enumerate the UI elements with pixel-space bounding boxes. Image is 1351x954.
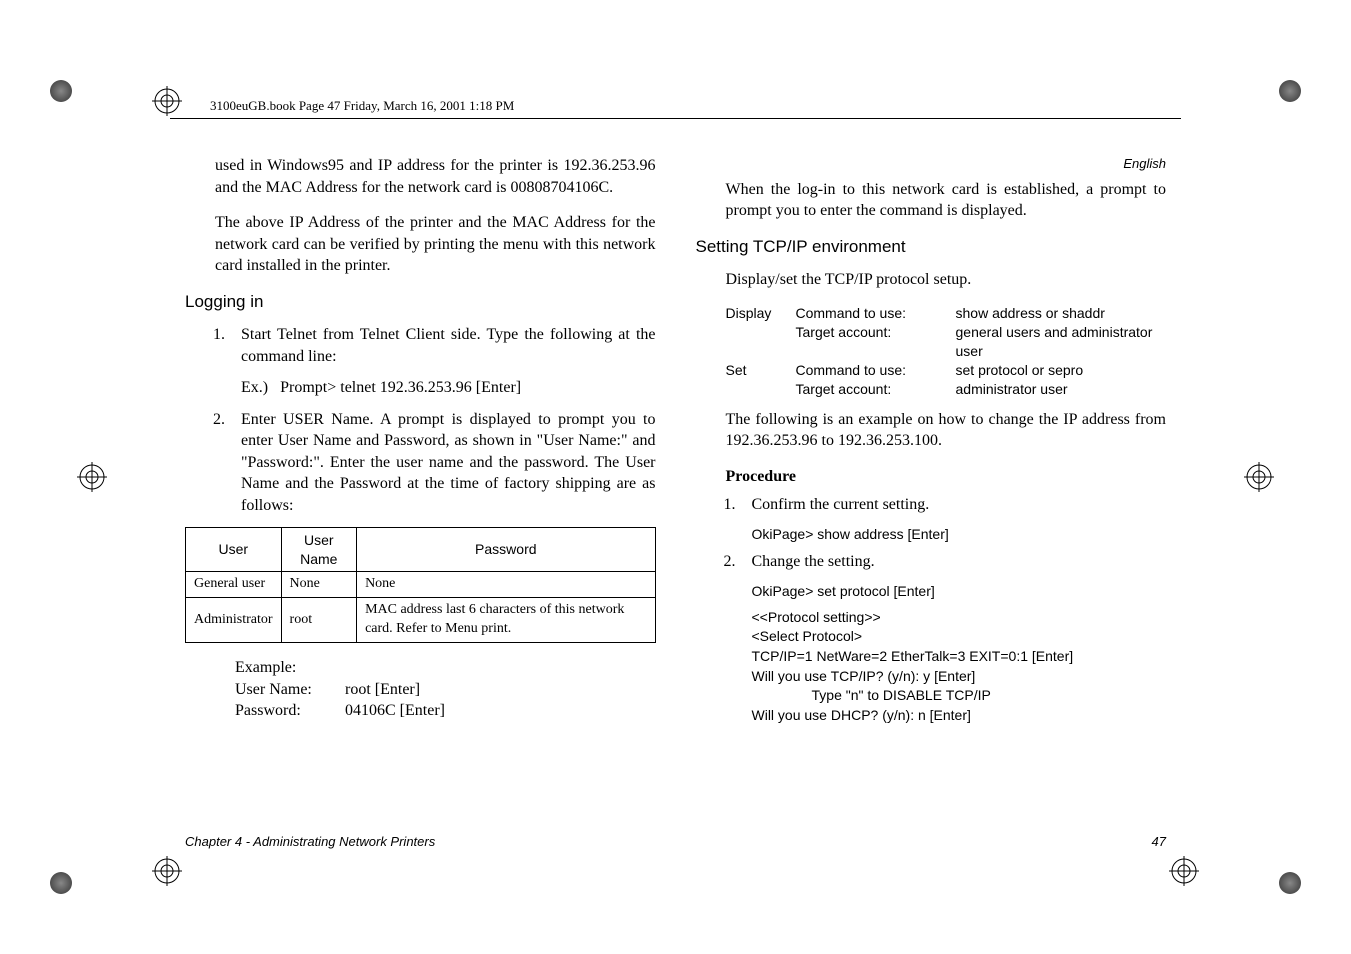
footer-page-number: 47 xyxy=(1152,834,1166,849)
proc-1-cmd: OkiPage> show address [Enter] xyxy=(752,525,1167,545)
td-general-user: General user xyxy=(186,572,282,598)
proto-l1: <<Protocol setting>> xyxy=(752,608,1167,628)
proto-l5: Type "n" to DISABLE TCP/IP xyxy=(752,686,1167,706)
step-1-text: Start Telnet from Telnet Client side. Ty… xyxy=(241,324,656,367)
proc-step-2: 2. Change the setting. xyxy=(724,551,1167,573)
top-rule xyxy=(170,118,1181,119)
proto-l2: <Select Protocol> xyxy=(752,627,1167,647)
cmd-set-cmdval: set protocol or sepro xyxy=(956,361,1167,380)
example-block: Example: User Name: root [Enter] Passwor… xyxy=(235,657,656,722)
corner-dot-br xyxy=(1279,872,1301,894)
registration-mark-top xyxy=(152,86,182,116)
registration-mark-left xyxy=(77,462,107,492)
proc-1-text: Confirm the current setting. xyxy=(752,494,1167,516)
step-2: 2. Enter USER Name. A prompt is displaye… xyxy=(213,409,656,517)
proc-step-1: 1. Confirm the current setting. xyxy=(724,494,1167,516)
cmd-set-targetval: administrator user xyxy=(956,380,1167,399)
td-admin-password: MAC address last 6 characters of this ne… xyxy=(357,598,655,643)
step-1: 1. Start Telnet from Telnet Client side.… xyxy=(213,324,656,367)
th-password: Password xyxy=(357,527,655,572)
cmd-set-label: Set xyxy=(726,361,796,380)
right-para1: When the log-in to this network card is … xyxy=(726,179,1167,222)
step-2-num: 2. xyxy=(213,409,241,517)
users-table: User User Name Password General user Non… xyxy=(185,527,656,643)
example-user-val: root [Enter] xyxy=(345,679,420,701)
proc-2-cmd: OkiPage> set protocol [Enter] xyxy=(752,582,1167,602)
cmd-display-label: Display xyxy=(726,304,796,323)
cmd-display-cmdval: show address or shaddr xyxy=(956,304,1167,323)
td-admin-user: Administrator xyxy=(186,598,282,643)
procedure-heading: Procedure xyxy=(726,466,1167,488)
registration-mark-bottom-right xyxy=(1169,856,1199,886)
ex-cmd: Prompt> telnet 192.36.253.96 [Enter] xyxy=(280,379,521,396)
proc-2-text: Change the setting. xyxy=(752,551,1167,573)
example-user-label: User Name: xyxy=(235,679,345,701)
page-footer: Chapter 4 - Administrating Network Print… xyxy=(185,834,1166,849)
command-table: Display Command to use: show address or … xyxy=(726,304,1167,398)
language-label: English xyxy=(696,155,1167,173)
td-admin-username: root xyxy=(281,598,357,643)
proto-l3: TCP/IP=1 NetWare=2 EtherTalk=3 EXIT=0:1 … xyxy=(752,647,1167,667)
corner-dot-bl xyxy=(50,872,72,894)
heading-tcpip: Setting TCP/IP environment xyxy=(696,236,1167,259)
registration-mark-right xyxy=(1244,462,1274,492)
cmd-display-cmdlabel: Command to use: xyxy=(796,304,956,323)
right-para3: The following is an example on how to ch… xyxy=(726,409,1167,452)
step-1-example: Ex.) Prompt> telnet 192.36.253.96 [Enter… xyxy=(241,377,656,399)
step-2-text: Enter USER Name. A prompt is displayed t… xyxy=(241,409,656,517)
example-pass-label: Password: xyxy=(235,700,345,722)
example-pass-val: 04106C [Enter] xyxy=(345,700,445,722)
proto-l6: Will you use DHCP? (y/n): n [Enter] xyxy=(752,706,1167,726)
left-para1: used in Windows95 and IP address for the… xyxy=(215,155,656,198)
th-username: User Name xyxy=(281,527,357,572)
heading-logging-in: Logging in xyxy=(185,291,656,314)
footer-chapter: Chapter 4 - Administrating Network Print… xyxy=(185,834,435,849)
right-column: English When the log-in to this network … xyxy=(696,155,1167,844)
corner-dot-tl xyxy=(50,80,72,102)
cmd-display-targetval: general users and administrator user xyxy=(956,323,1167,361)
left-para2: The above IP Address of the printer and … xyxy=(215,212,656,277)
protocol-block: <<Protocol setting>> <Select Protocol> T… xyxy=(752,608,1167,726)
td-general-username: None xyxy=(281,572,357,598)
cmd-set-targetlabel: Target account: xyxy=(796,380,956,399)
th-user: User xyxy=(186,527,282,572)
step-1-num: 1. xyxy=(213,324,241,367)
corner-dot-tr xyxy=(1279,80,1301,102)
cmd-display-targetlabel: Target account: xyxy=(796,323,956,361)
right-para2: Display/set the TCP/IP protocol setup. xyxy=(726,269,1167,291)
proc-2-num: 2. xyxy=(724,551,752,573)
ex-label: Ex.) xyxy=(241,379,268,396)
td-general-password: None xyxy=(357,572,655,598)
registration-mark-bottom-left xyxy=(152,856,182,886)
header-filename: 3100euGB.book Page 47 Friday, March 16, … xyxy=(210,98,514,114)
example-label: Example: xyxy=(235,657,656,679)
page-content: used in Windows95 and IP address for the… xyxy=(185,155,1166,844)
left-column: used in Windows95 and IP address for the… xyxy=(185,155,656,844)
proto-l4: Will you use TCP/IP? (y/n): y [Enter] xyxy=(752,667,1167,687)
proc-1-num: 1. xyxy=(724,494,752,516)
cmd-set-cmdlabel: Command to use: xyxy=(796,361,956,380)
